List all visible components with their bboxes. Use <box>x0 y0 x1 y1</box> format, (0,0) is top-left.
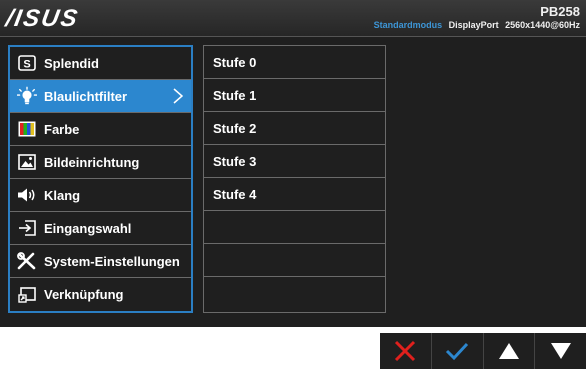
splendid-icon: S <box>17 54 37 72</box>
osd-panel: /ISUS PB258 Standardmodus DisplayPort 25… <box>0 0 586 327</box>
menu-item-verknuepfung[interactable]: Verknüpfung <box>10 278 191 311</box>
main-menu: S Splendid Blaulichtfilter Farbe Bildein… <box>8 45 193 313</box>
close-icon <box>395 340 416 362</box>
confirm-button[interactable] <box>430 333 483 369</box>
menu-item-blaulichtfilter[interactable]: Blaulichtfilter <box>10 80 191 113</box>
tools-icon <box>17 252 37 270</box>
menu-item-label: Verknüpfung <box>44 287 124 302</box>
input-icon <box>17 219 37 237</box>
submenu-item-empty <box>204 211 385 244</box>
menu-item-label: Farbe <box>44 121 80 137</box>
status-line: Standardmodus DisplayPort 2560x1440@60Hz <box>374 20 580 30</box>
image-icon <box>17 153 37 171</box>
submenu: Stufe 0 Stufe 1 Stufe 2 Stufe 3 Stufe 4 <box>203 45 386 313</box>
submenu-item-empty <box>204 244 385 277</box>
osd-header: /ISUS PB258 Standardmodus DisplayPort 25… <box>0 0 586 37</box>
menu-item-label: Eingangswahl <box>44 220 132 236</box>
menu-item-label: Splendid <box>44 55 99 71</box>
triangle-down-icon <box>550 343 571 359</box>
menu-item-label: Klang <box>44 187 81 203</box>
submenu-item-stufe-3[interactable]: Stufe 3 <box>204 145 385 178</box>
menu-item-system-einstellungen[interactable]: System-Einstellungen <box>10 245 191 278</box>
triangle-up-icon <box>498 343 519 359</box>
speaker-icon <box>17 186 37 204</box>
model-name: PB258 <box>540 4 580 19</box>
menu-item-klang[interactable]: Klang <box>10 179 191 212</box>
bulb-icon <box>17 86 37 105</box>
status-input: DisplayPort <box>448 20 499 30</box>
svg-text:S: S <box>23 59 30 71</box>
chevron-right-icon <box>173 88 184 107</box>
shortcut-icon <box>17 286 37 304</box>
menu-item-splendid[interactable]: S Splendid <box>10 47 191 80</box>
submenu-item-stufe-4[interactable]: Stufe 4 <box>204 178 385 211</box>
menu-item-label: Blaulichtfilter <box>44 88 128 104</box>
menu-item-label: Bildeinrichtung <box>44 154 140 170</box>
osd-button-bar <box>380 333 586 369</box>
check-icon <box>446 342 469 361</box>
status-mode: Standardmodus <box>373 20 443 30</box>
menu-item-label: System-Einstellungen <box>44 253 180 269</box>
submenu-item-empty <box>204 277 385 310</box>
submenu-item-stufe-2[interactable]: Stufe 2 <box>204 112 385 145</box>
menu-item-eingangswahl[interactable]: Eingangswahl <box>10 212 191 245</box>
down-button[interactable] <box>534 333 586 369</box>
color-bars-icon <box>17 120 37 138</box>
menu-item-farbe[interactable]: Farbe <box>10 113 191 146</box>
menu-item-bildeinrichtung[interactable]: Bildeinrichtung <box>10 146 191 179</box>
close-button[interactable] <box>380 333 431 369</box>
asus-logo: /ISUS <box>3 5 82 32</box>
submenu-item-stufe-1[interactable]: Stufe 1 <box>204 79 385 112</box>
status-resolution: 2560x1440@60Hz <box>505 20 580 30</box>
submenu-item-stufe-0[interactable]: Stufe 0 <box>204 46 385 79</box>
up-button[interactable] <box>482 333 535 369</box>
